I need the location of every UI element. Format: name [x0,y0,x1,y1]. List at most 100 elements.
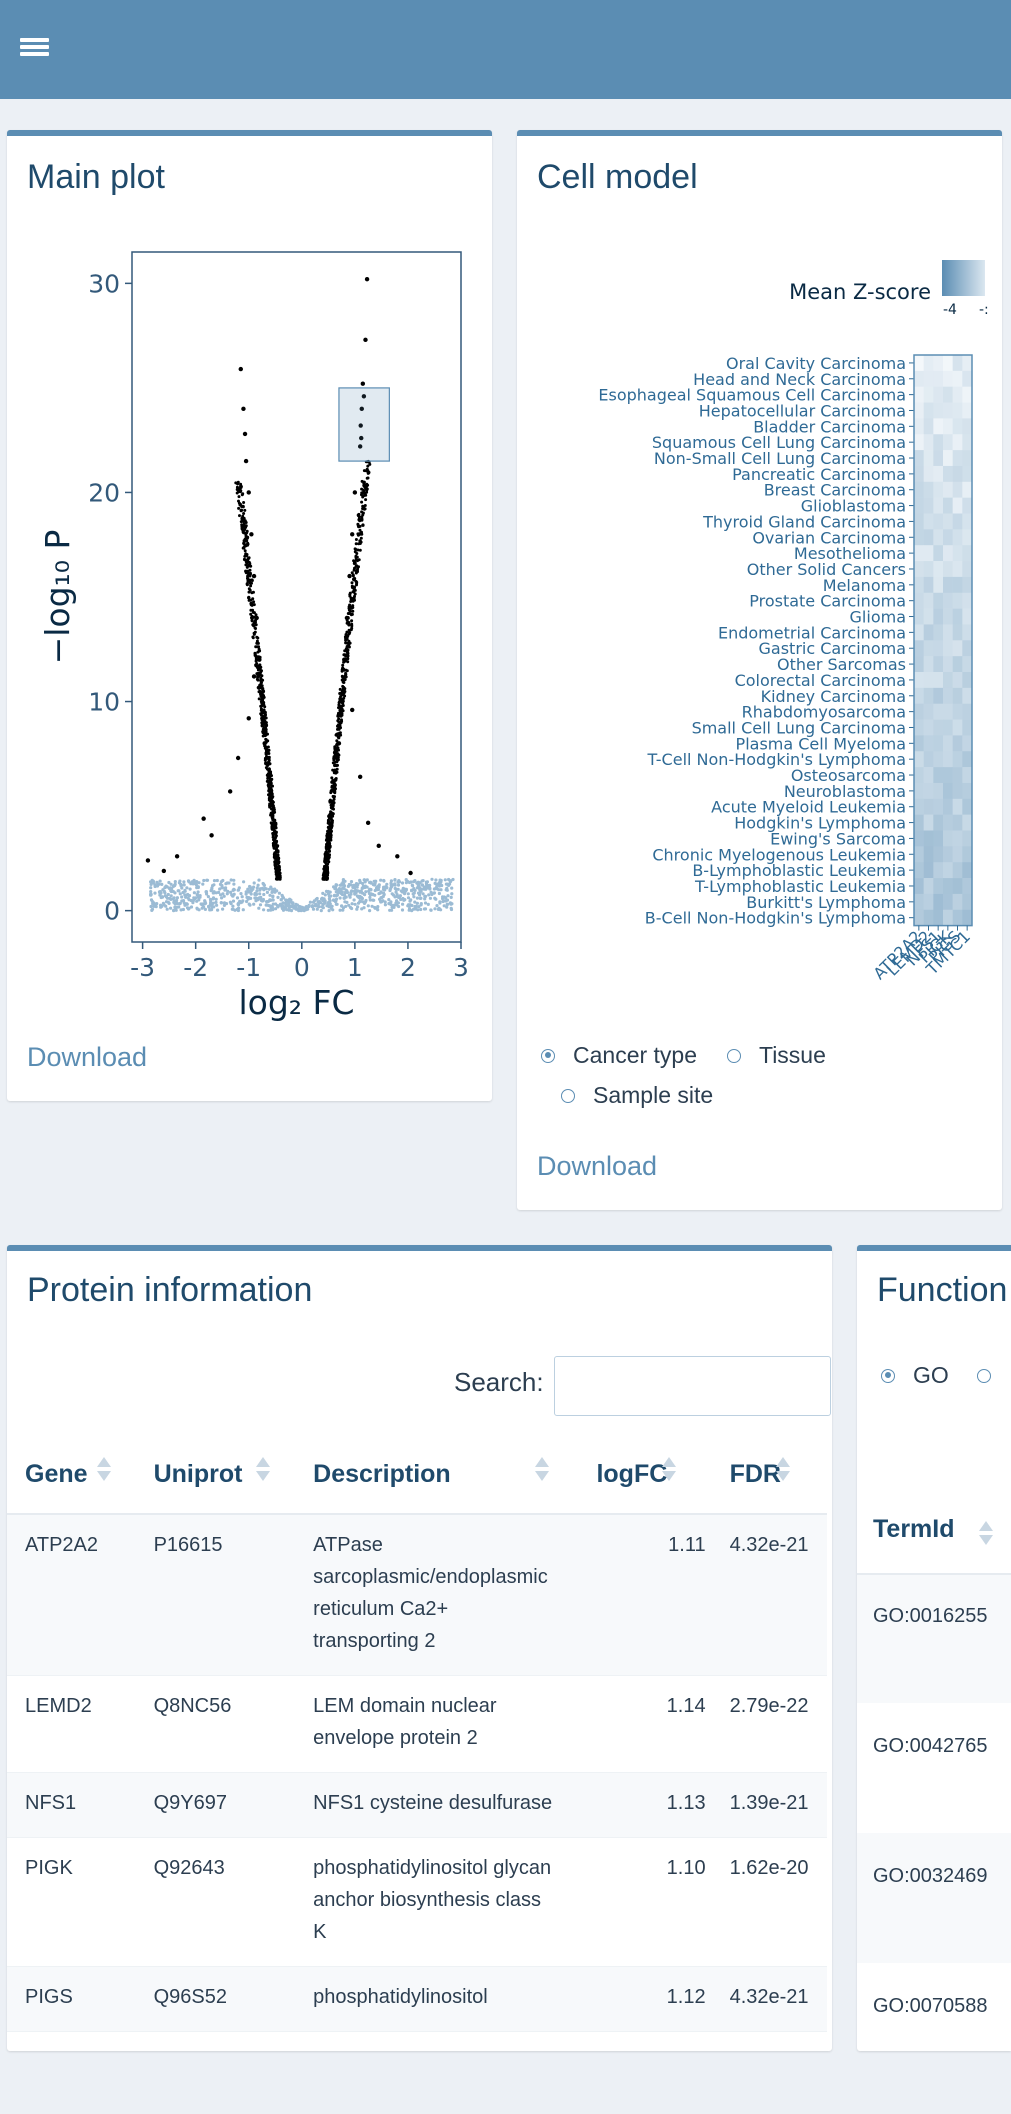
data-point [271,889,275,894]
heatmap-cell [933,545,944,562]
data-point [361,523,365,527]
data-point [365,490,369,494]
table-row[interactable]: PIGS Q96S52 phosphatidylinositol 1.12 4.… [7,1966,827,2032]
data-point [344,633,348,636]
data-point [274,870,278,873]
radio-tissue-dot[interactable] [727,1048,741,1063]
data-point [332,755,336,759]
sort-icon[interactable] [255,1457,270,1487]
data-point [248,574,252,578]
data-point [390,884,394,889]
data-point [278,877,282,881]
x-tick-label: -1 [236,953,261,982]
data-point [236,888,240,892]
heatmap-cell [914,830,924,847]
table-row[interactable]: ATP2A2 P16615 ATPase sarcoplasmic/endopl… [7,1514,827,1676]
radio-sample-site[interactable]: Sample site [561,1082,713,1109]
data-point [398,894,402,898]
heatmap-cell [923,862,934,879]
heatmap-cell [952,608,963,625]
col-header-description[interactable]: Description [295,1435,579,1515]
data-point [253,630,257,634]
data-point [285,898,289,902]
data-point [260,669,263,673]
heatmap-cell [933,640,944,657]
heatmap-cell [952,386,963,403]
sort-icon[interactable] [979,1521,993,1551]
data-point [169,882,173,886]
heatmap-cell [962,656,973,673]
heatmap-cell [914,798,924,815]
data-point [243,528,247,531]
sort-icon[interactable] [662,1457,677,1487]
data-point [346,649,350,652]
data-point [271,835,275,839]
heatmap-cell [943,782,953,800]
data-point [172,908,176,912]
data-point [245,582,249,586]
data-point [243,458,249,464]
radio-go-dot[interactable] [881,1368,895,1383]
table-row[interactable]: PIGK Q92643 phosphatidylinositol glycan … [7,1837,827,1967]
data-point [355,564,359,568]
data-point [242,431,248,437]
data-point [365,476,369,480]
data-point [350,902,354,906]
data-point [324,850,328,854]
data-point [277,891,281,895]
data-point [231,907,235,911]
data-point [178,892,182,896]
radio-tissue[interactable]: Tissue [727,1042,826,1069]
heatmap-cell [943,450,953,467]
search-input[interactable] [554,1356,831,1416]
data-point [364,890,368,894]
heatmap-cell [923,529,934,546]
heatmap-cell [914,656,924,673]
radio-go[interactable]: GO [881,1362,949,1389]
data-point [211,884,215,888]
cell-model-download-link[interactable]: Download [537,1151,657,1182]
heatmap-cell [923,481,934,498]
heatmap-cell [933,465,944,483]
col-header-fdr[interactable]: FDR [711,1435,827,1515]
data-point [356,567,360,571]
data-point [323,860,327,864]
data-point [255,886,259,890]
data-point [338,724,342,728]
data-point [265,723,269,727]
data-point [261,689,265,692]
table-row[interactable]: LEMD2 Q8NC56 LEM domain nuclear envelope… [7,1675,827,1773]
data-point [350,581,354,585]
col-header-uniprot[interactable]: Uniprot [135,1435,296,1515]
hamburger-icon[interactable] [20,34,50,60]
cell-logfc: 1.10 [578,1837,712,1967]
data-point [254,659,258,663]
table-row[interactable]: NFS1 Q9Y697 NFS1 cysteine desulfurase 1.… [7,1772,827,1838]
cell-fdr: 1.39e-21 [711,1772,827,1838]
heatmap-cell [952,418,963,435]
data-point [246,716,251,721]
main-plot-download-link[interactable]: Download [27,1042,147,1073]
data-point [276,895,280,900]
data-point [332,893,337,898]
heatmap-cell [943,751,953,768]
data-point [208,897,213,902]
sort-icon[interactable] [97,1457,111,1487]
sort-icon[interactable] [535,1457,550,1487]
cell-gene: ATP2A2 [7,1514,136,1676]
radio-cancer-type[interactable]: Cancer type [541,1042,697,1069]
data-point [268,767,271,771]
cell-description: ATPase sarcoplasmic/endoplasmic reticulu… [295,1514,579,1676]
col-header-logfc[interactable]: logFC [578,1435,712,1515]
radio-other-dot[interactable] [977,1369,991,1383]
radio-sample-site-dot[interactable] [561,1088,575,1103]
data-point [273,810,277,814]
data-point [342,896,347,900]
data-point [158,890,162,894]
col-header-termid[interactable]: TermId [873,1515,955,1544]
data-point [199,902,203,906]
col-header-gene[interactable]: Gene [7,1435,136,1515]
data-point [420,883,424,887]
radio-cancer-type-dot[interactable] [541,1048,555,1063]
sort-icon[interactable] [775,1457,790,1487]
